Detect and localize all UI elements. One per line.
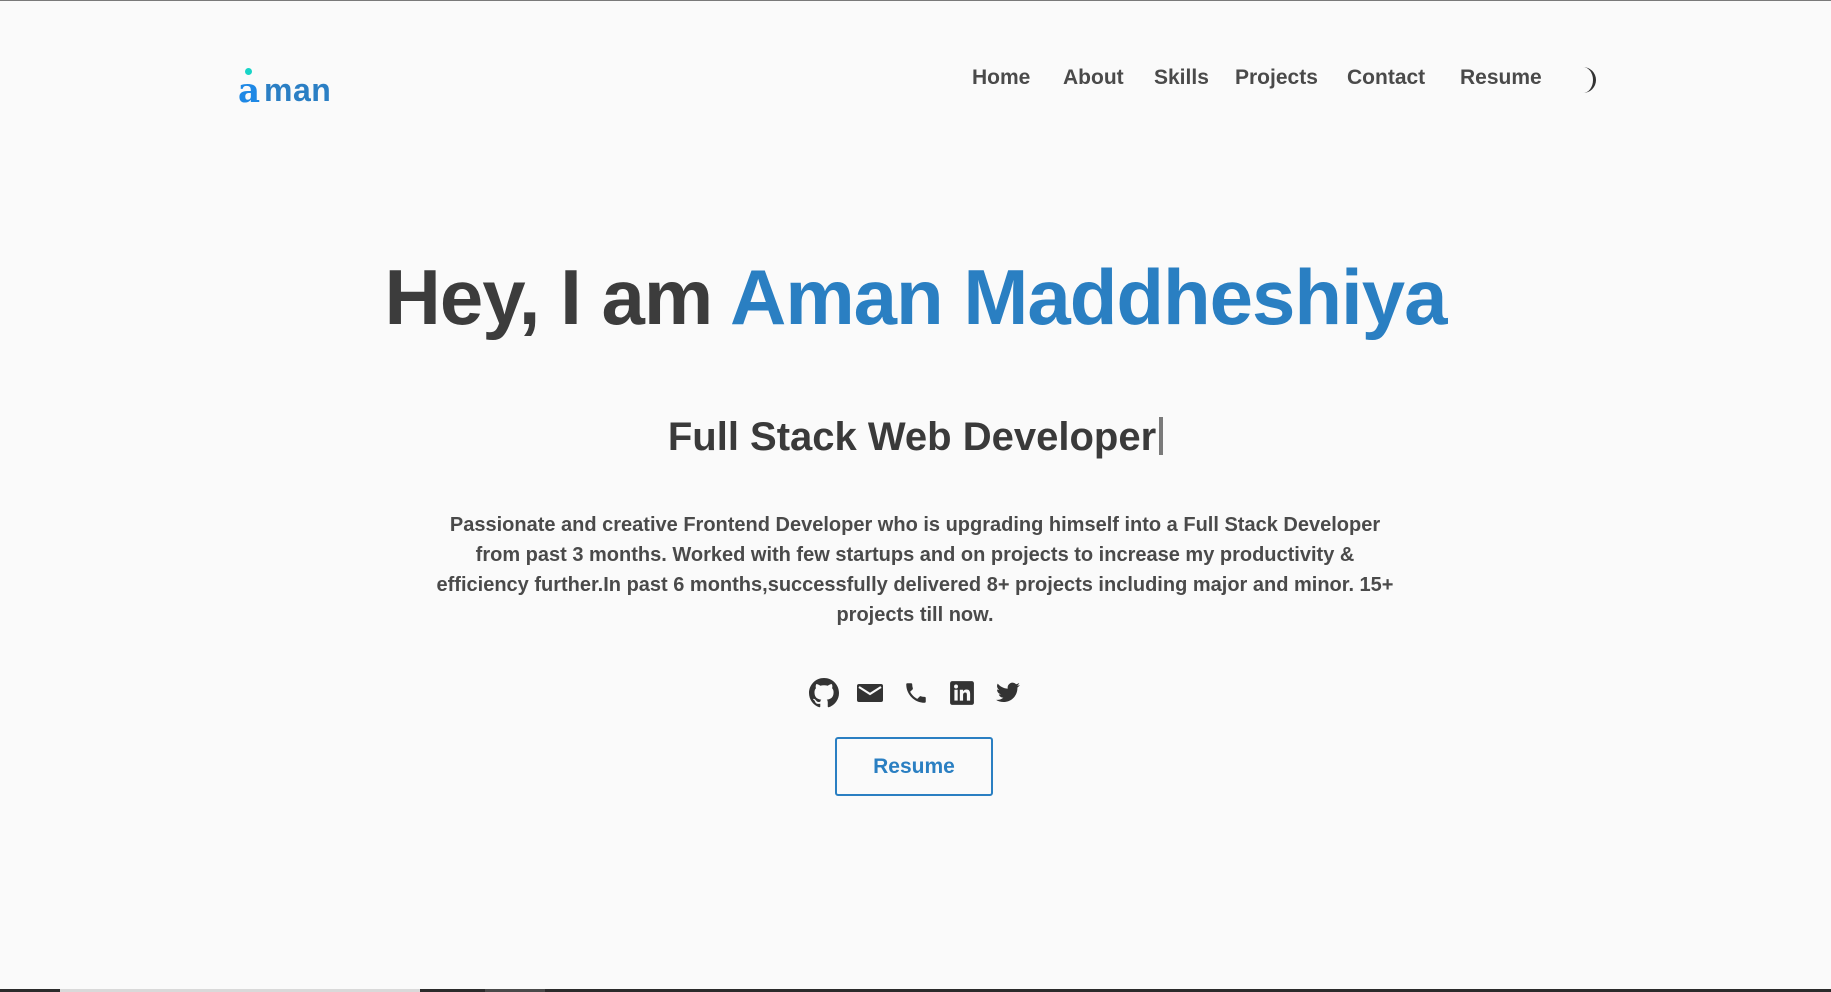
typing-cursor bbox=[1159, 417, 1164, 455]
social-links bbox=[0, 678, 1831, 710]
hero-title: Hey, I am Aman Maddheshiya bbox=[0, 252, 1831, 342]
hero-role: Full Stack Web Developer bbox=[0, 412, 1831, 462]
nav-resume[interactable]: Resume bbox=[1460, 66, 1542, 90]
nav-contact[interactable]: Contact bbox=[1347, 66, 1425, 90]
top-border bbox=[0, 0, 1831, 1]
nav-home[interactable]: Home bbox=[972, 66, 1030, 90]
nav-skills[interactable]: Skills bbox=[1154, 66, 1209, 90]
moon-icon bbox=[1583, 67, 1596, 93]
theme-toggle-button[interactable] bbox=[1577, 66, 1601, 94]
resume-button[interactable]: Resume bbox=[835, 737, 993, 796]
nav-about[interactable]: About bbox=[1063, 66, 1124, 90]
hero-role-text: Full Stack Web Developer bbox=[667, 415, 1157, 459]
hero-description: Passionate and creative Frontend Develop… bbox=[436, 514, 1394, 626]
phone-icon[interactable] bbox=[901, 678, 931, 708]
github-icon[interactable] bbox=[808, 678, 839, 708]
linkedin-icon[interactable] bbox=[947, 678, 977, 708]
hero-greeting: Hey, I am bbox=[384, 253, 713, 341]
twitter-icon[interactable] bbox=[993, 678, 1023, 708]
email-icon[interactable] bbox=[855, 678, 885, 708]
nav-projects[interactable]: Projects bbox=[1235, 66, 1318, 90]
hero-name: Aman Maddheshiya bbox=[729, 253, 1448, 341]
main-nav: Home About Skills Projects Contact Resum… bbox=[0, 66, 1831, 96]
